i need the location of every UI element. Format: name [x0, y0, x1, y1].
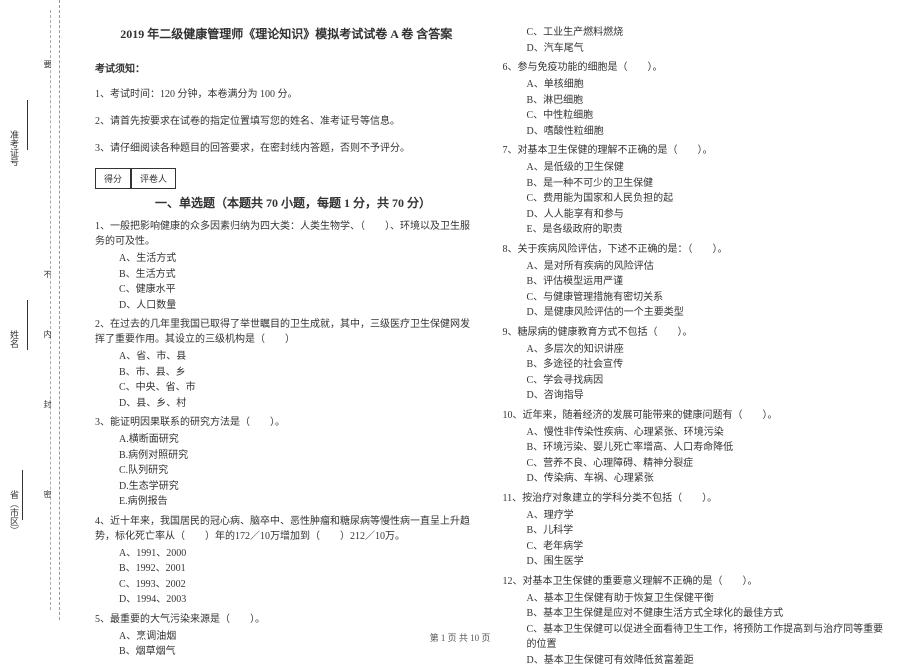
right-q3: 9、糖尿病的健康教育方式不包括（ ）。 A、多层次的知识讲座B、多途径的社会宣传C…	[503, 325, 886, 404]
right-q6-stem: 12、对基本卫生保健的重要意义理解不正确的是（ ）。	[503, 574, 886, 589]
right-q3-opt0: A、多层次的知识讲座	[527, 342, 886, 358]
left-q3: 4、近十年来，我国居民的冠心病、脑卒中、恶性肿瘤和糖尿病等慢性病一直呈上升趋势，…	[95, 514, 478, 608]
right-q4-opt0: A、慢性非传染性疾病、心理紧张、环境污染	[527, 425, 886, 441]
right-q5-opt1: B、儿科学	[527, 523, 886, 539]
right-q3-opt1: B、多途径的社会宣传	[527, 357, 886, 373]
right-q6-opt3: D、基本卫生保健可有效降低贫富差距	[527, 653, 886, 668]
page-footer: 第 1 页 共 10 页	[0, 631, 920, 644]
right-q5-opt3: D、围生医学	[527, 554, 886, 570]
right-q3-stem: 9、糖尿病的健康教育方式不包括（ ）。	[503, 325, 886, 340]
right-q4: 10、近年来，随着经济的发展可能带来的健康问题有（ ）。 A、慢性非传染性疾病、心…	[503, 408, 886, 487]
left-q3-opt2: C、1993、2002	[119, 577, 478, 593]
right-q2-opt2: C、与健康管理措施有密切关系	[527, 290, 886, 306]
left-q1-opt3: D、县、乡、村	[119, 396, 478, 412]
exam-title: 2019 年二级健康管理师《理论知识》模拟考试试卷 A 卷 含答案	[95, 25, 478, 42]
right-q0-opt2: C、中性粒细胞	[527, 108, 886, 124]
seal-mark-4: 不	[42, 270, 53, 284]
right-q2: 8、关于疾病风险评估，下述不正确的是：（ ）。 A、是对所有疾病的风险评估B、评估…	[503, 242, 886, 321]
left-q2-opt1: B.病例对照研究	[119, 448, 478, 464]
q5-opt-c: C、工业生产燃料燃烧	[527, 25, 886, 41]
left-q2-stem: 3、能证明因果联系的研究方法是（ ）。	[95, 415, 478, 430]
right-q6-opt0: A、基本卫生保健有助于恢复卫生保健平衡	[527, 591, 886, 607]
left-q2-opt3: D.生态学研究	[119, 479, 478, 495]
right-q6-opt1: B、基本卫生保健是应对不健康生活方式全球化的最佳方式	[527, 606, 886, 622]
notice-header: 考试须知：	[95, 60, 478, 75]
right-q5-stem: 11、按治疗对象建立的学科分类不包括（ ）。	[503, 491, 886, 506]
left-q1: 2、在过去的几年里我国已取得了举世瞩目的卫生成就，其中，三级医疗卫生保健网发挥了…	[95, 317, 478, 411]
sidebar-province-label: 省（市区）	[8, 490, 21, 535]
left-q1-stem: 2、在过去的几年里我国已取得了举世瞩目的卫生成就，其中，三级医疗卫生保健网发挥了…	[95, 317, 478, 347]
left-column: 2019 年二级健康管理师《理论知识》模拟考试试卷 A 卷 含答案 考试须知： …	[95, 25, 493, 615]
right-q4-opt2: C、营养不良、心理障碍、精神分裂症	[527, 456, 886, 472]
left-q4-opt1: B、烟草烟气	[119, 644, 478, 660]
right-q1-opt0: A、是低级的卫生保健	[527, 160, 886, 176]
left-q3-opt0: A、1991、2000	[119, 546, 478, 562]
right-column: C、工业生产燃料燃烧 D、汽车尾气 6、参与免疫功能的细胞是（ ）。 A、单核细胞…	[493, 25, 901, 615]
right-q2-stem: 8、关于疾病风险评估，下述不正确的是：（ ）。	[503, 242, 886, 257]
notice-3: 3、请仔细阅读各种题目的回答要求，在密封线内答题，否则不予评分。	[95, 141, 478, 156]
right-q1: 7、对基本卫生保健的理解不正确的是（ ）。 A、是低级的卫生保健B、是一种不可少的…	[503, 143, 886, 238]
right-q1-opt4: E、是各级政府的职责	[527, 222, 886, 238]
left-q2: 3、能证明因果联系的研究方法是（ ）。 A.横断面研究B.病例对照研究C.队列研究…	[95, 415, 478, 510]
seal-mark-2: 封	[42, 400, 53, 414]
left-q0-opt1: B、生活方式	[119, 267, 478, 283]
right-q0-opt3: D、嗜酸性粒细胞	[527, 124, 886, 140]
right-q2-opt1: B、评估模型运用严谨	[527, 274, 886, 290]
right-q0: 6、参与免疫功能的细胞是（ ）。 A、单核细胞B、淋巴细胞C、中性粒细胞D、嗜酸性…	[503, 60, 886, 139]
right-q2-opt0: A、是对所有疾病的风险评估	[527, 259, 886, 275]
left-q0-stem: 1、一般把影响健康的众多因素归纳为四大类：人类生物学、（ ）、环境以及卫生服务的…	[95, 219, 478, 249]
right-q0-stem: 6、参与免疫功能的细胞是（ ）。	[503, 60, 886, 75]
reviewer-label: 评卷人	[131, 168, 176, 189]
left-q1-opt0: A、省、市、县	[119, 349, 478, 365]
right-q1-opt2: C、费用能为国家和人民负担的起	[527, 191, 886, 207]
right-q1-stem: 7、对基本卫生保健的理解不正确的是（ ）。	[503, 143, 886, 158]
notice-2: 2、请首先按要求在试卷的指定位置填写您的姓名、准考证号等信息。	[95, 114, 478, 129]
left-q1-opt2: C、中央、省、市	[119, 380, 478, 396]
left-q2-opt4: E.病例报告	[119, 494, 478, 510]
notice-1: 1、考试时间：120 分钟，本卷满分为 100 分。	[95, 87, 478, 102]
binding-sidebar: 省（市区） 姓名 准考证号 密 封 内 不 要	[0, 0, 60, 620]
right-q4-opt3: D、传染病、车祸、心理紧张	[527, 471, 886, 487]
right-q1-opt3: D、人人能享有和参与	[527, 207, 886, 223]
right-q4-stem: 10、近年来，随着经济的发展可能带来的健康问题有（ ）。	[503, 408, 886, 423]
seal-mark: 密	[42, 490, 53, 504]
seal-mark-3: 内	[42, 330, 53, 344]
seal-mark-5: 要	[42, 60, 53, 74]
right-q5: 11、按治疗对象建立的学科分类不包括（ ）。 A、理疗学B、儿科学C、老年病学D、…	[503, 491, 886, 570]
right-q3-opt3: D、咨询指导	[527, 388, 886, 404]
q5-opt-d: D、汽车尾气	[527, 41, 886, 57]
right-q2-opt3: D、是健康风险评估的一个主要类型	[527, 305, 886, 321]
left-q2-opt2: C.队列研究	[119, 463, 478, 479]
left-q4-stem: 5、最重要的大气污染来源是（ ）。	[95, 612, 478, 627]
right-q6: 12、对基本卫生保健的重要意义理解不正确的是（ ）。 A、基本卫生保健有助于恢复卫…	[503, 574, 886, 668]
right-q5-opt0: A、理疗学	[527, 508, 886, 524]
sidebar-id-label: 准考证号	[8, 130, 21, 166]
left-q3-opt1: B、1992、2001	[119, 561, 478, 577]
right-q3-opt2: C、学会寻找病因	[527, 373, 886, 389]
left-q1-opt1: B、市、县、乡	[119, 365, 478, 381]
right-q0-opt1: B、淋巴细胞	[527, 93, 886, 109]
score-box: 得分 评卷人	[95, 168, 478, 189]
left-q0-opt0: A、生活方式	[119, 251, 478, 267]
left-q0-opt3: D、人口数量	[119, 298, 478, 314]
sidebar-name-label: 姓名	[8, 330, 21, 348]
left-q3-stem: 4、近十年来，我国居民的冠心病、脑卒中、恶性肿瘤和糖尿病等慢性病一直呈上升趋势，…	[95, 514, 478, 544]
score-label: 得分	[95, 168, 131, 189]
left-q2-opt0: A.横断面研究	[119, 432, 478, 448]
right-q0-opt0: A、单核细胞	[527, 77, 886, 93]
left-q0: 1、一般把影响健康的众多因素归纳为四大类：人类生物学、（ ）、环境以及卫生服务的…	[95, 219, 478, 313]
section1-title: 一、单选题（本题共 70 小题，每题 1 分，共 70 分）	[155, 194, 478, 211]
left-q0-opt2: C、健康水平	[119, 282, 478, 298]
right-q4-opt1: B、环境污染、婴儿死亡率增高、人口寿命降低	[527, 440, 886, 456]
right-q1-opt1: B、是一种不可少的卫生保健	[527, 176, 886, 192]
right-q5-opt2: C、老年病学	[527, 539, 886, 555]
left-q3-opt3: D、1994、2003	[119, 592, 478, 608]
